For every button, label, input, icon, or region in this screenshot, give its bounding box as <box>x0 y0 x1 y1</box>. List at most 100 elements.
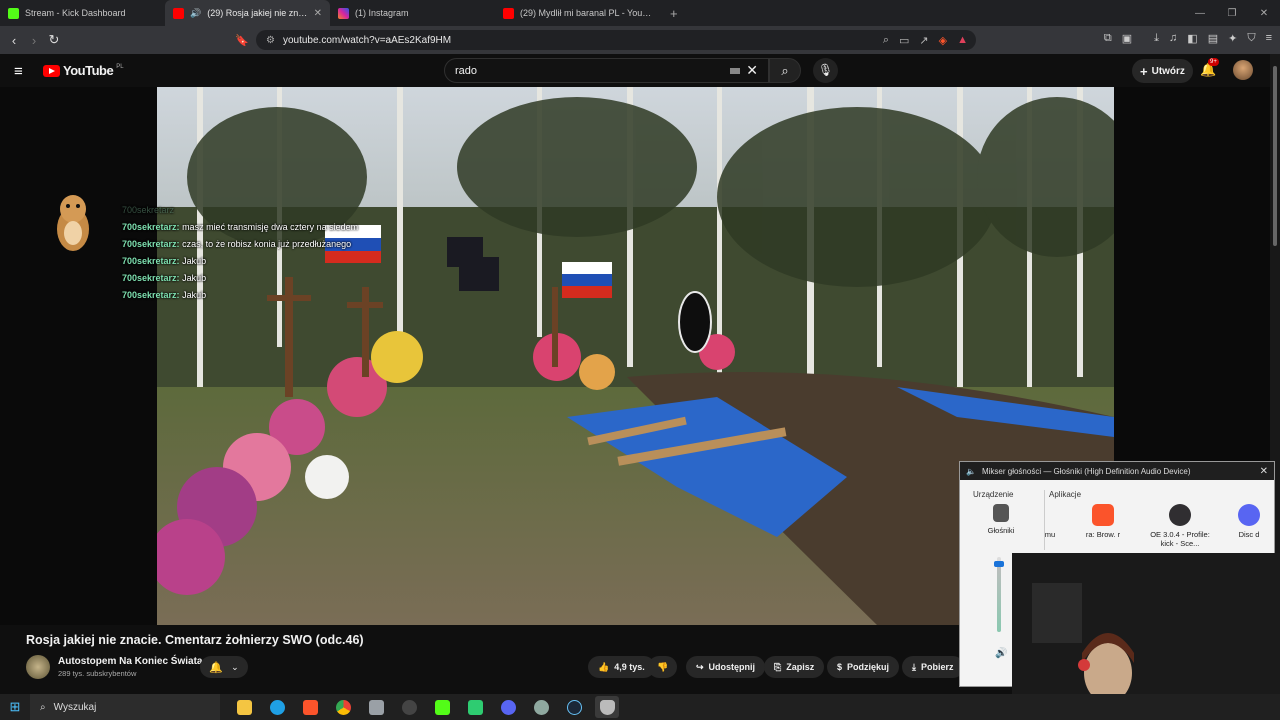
tab-youtube-2[interactable]: (29) Mydlił mi baranal PL - YouTube <box>495 0 660 26</box>
taskbar-apps <box>232 696 619 718</box>
chat-message: 700sekretarz: Jakub <box>122 253 358 270</box>
app-mixer-item[interactable]: mu <box>1024 504 1076 539</box>
chat-text: czas, to że robisz konia już przedłużane… <box>182 239 352 249</box>
forward-icon[interactable]: › <box>24 33 44 48</box>
address-bar-actions: ⌕ ▭ ↗ ◈ ▲ <box>883 34 976 47</box>
keyboard-icon[interactable] <box>730 67 741 74</box>
taskbar-search-input[interactable]: ⌕ Wyszukaj <box>30 694 220 720</box>
mute-speaker-icon[interactable]: 🔊 <box>995 648 1007 659</box>
youtube-icon <box>503 7 514 19</box>
download-icon[interactable]: ⤓ <box>1154 32 1159 45</box>
video-title: Rosja jakiej nie znacie. Cmentarz żołnie… <box>26 633 364 647</box>
instagram-icon <box>338 7 349 19</box>
address-bar[interactable]: ⚙ youtube.com/watch?v=aAEs2Kaf9HM ⌕ ▭ ↗ … <box>256 30 976 50</box>
steam-icon[interactable] <box>562 696 586 718</box>
app-mixer-item[interactable]: ra: Brow. r <box>1072 504 1134 539</box>
wallet-icon[interactable]: ▤ <box>1208 32 1218 45</box>
app-shield-icon[interactable] <box>595 696 619 718</box>
thanks-button[interactable]: $ Podziękuj <box>827 656 900 678</box>
device-name: Głośniki <box>987 526 1015 535</box>
hamburger-menu-icon[interactable]: ≡ <box>14 63 23 80</box>
app-media-icon[interactable] <box>463 696 487 718</box>
app-bird-icon[interactable] <box>529 696 553 718</box>
app-mixer-item[interactable]: Disc d <box>1222 504 1276 539</box>
youtube-logo[interactable]: YouTube PL <box>43 63 124 78</box>
site-info-icon[interactable]: ⚙ <box>266 35 275 46</box>
app-mixer-item[interactable]: OE 3.0.4 - Profile: kick - Sce... <box>1144 504 1216 548</box>
minimize-button[interactable]: — <box>1184 8 1216 19</box>
app-gray-icon[interactable] <box>364 696 388 718</box>
app-green-icon[interactable] <box>430 696 454 718</box>
avatar[interactable] <box>1233 60 1253 80</box>
bookmark-icon[interactable]: 🔖 <box>232 34 252 47</box>
reload-icon[interactable]: ↻ <box>44 32 64 48</box>
file-explorer-icon[interactable] <box>232 696 256 718</box>
search-icon: ⌕ <box>781 63 789 78</box>
logo-text: YouTube <box>63 63 114 78</box>
youtube-icon <box>173 7 184 19</box>
vpn-icon[interactable]: ⛉ <box>1247 32 1255 45</box>
extensions-icon[interactable]: ⧉ <box>1104 32 1112 45</box>
obs-icon[interactable] <box>397 696 421 718</box>
leo-icon[interactable]: ✦ <box>1228 32 1237 45</box>
chat-message: 700sekretarz: masz mieć transmisję dwa c… <box>122 219 358 236</box>
share-icon[interactable]: ↗ <box>919 34 928 47</box>
channel-avatar[interactable] <box>26 655 50 679</box>
tab-search-icon[interactable]: ▣ <box>1122 32 1132 45</box>
device-speakers[interactable]: Głośniki <box>970 504 1032 535</box>
brave-icon[interactable] <box>298 696 322 718</box>
download-button[interactable]: ⤓ Pobierz <box>902 656 964 678</box>
save-label: Zapisz <box>786 662 815 672</box>
chrome-icon[interactable] <box>331 696 355 718</box>
close-window-button[interactable]: ✕ <box>1248 8 1280 19</box>
search-input[interactable]: rado ✕ <box>444 58 769 83</box>
voice-search-button[interactable]: 🎙 <box>813 58 838 83</box>
microphone-icon: 🎙 <box>817 63 834 77</box>
search-button[interactable]: ⌕ <box>769 58 801 83</box>
create-label: Utwórz <box>1151 65 1185 77</box>
like-count: 4,9 tys. <box>614 662 645 672</box>
bell-icon: 🔔 <box>209 661 224 674</box>
download-arrow-icon: ⤓ <box>912 661 916 672</box>
share-button[interactable]: ↪ Udostępnij <box>686 656 766 678</box>
restore-button[interactable]: ❐ <box>1216 8 1248 19</box>
rewards-icon[interactable]: ▲ <box>957 34 968 47</box>
edge-icon[interactable] <box>265 696 289 718</box>
thanks-label: Podziękuj <box>847 662 890 672</box>
speaker-icon[interactable]: 🔊 <box>190 8 201 19</box>
chat-text: Jakub <box>182 256 207 266</box>
channel-name[interactable]: Autostopem Na Koniec Świata <box>58 656 202 667</box>
close-icon[interactable]: ✕ <box>314 8 322 19</box>
like-button[interactable]: 👍 4,9 tys. <box>588 656 655 678</box>
windows-taskbar: ⊞ ⌕ Wyszukaj <box>0 694 1280 720</box>
brave-shield-icon[interactable]: ◈ <box>939 34 947 47</box>
new-tab-button[interactable]: + <box>660 6 688 21</box>
clear-search-icon[interactable]: ✕ <box>746 62 758 79</box>
chat-text: masz mieć transmisję dwa cztery na siede… <box>182 222 359 232</box>
tab-kick[interactable]: Stream - Kick Dashboard <box>0 0 165 26</box>
chat-ghost-line: 700sekretarz <box>122 205 175 215</box>
tab-instagram[interactable]: (1) Instagram <box>330 0 495 26</box>
close-icon[interactable]: ✕ <box>1260 466 1274 477</box>
dislike-button[interactable]: 👎 <box>648 656 678 678</box>
tab-youtube-active[interactable]: 🔊 (29) Rosja jakiej nie znacie. Cm ✕ <box>165 0 330 26</box>
sidebar-icon[interactable]: ◧ <box>1187 32 1197 45</box>
youtube-play-icon <box>43 64 60 77</box>
share-label: Udostępnij <box>708 662 756 672</box>
back-icon[interactable]: ‹ <box>4 33 24 48</box>
chat-user: 700sekretarz: <box>122 273 180 283</box>
scrollbar-thumb[interactable] <box>1273 66 1277 246</box>
cast-icon[interactable]: ▭ <box>899 34 909 47</box>
discord-icon[interactable] <box>496 696 520 718</box>
volume-slider-knob[interactable] <box>994 561 1004 567</box>
zoom-icon[interactable]: ⌕ <box>883 34 889 47</box>
media-icon[interactable]: ♫ <box>1169 32 1177 45</box>
create-button[interactable]: + Utwórz <box>1132 59 1193 83</box>
subscription-bell-button[interactable]: 🔔 ⌄ <box>200 656 248 678</box>
search-value: rado <box>455 64 478 77</box>
plus-icon: + <box>1140 63 1148 79</box>
tab-title: Stream - Kick Dashboard <box>25 8 126 18</box>
windows-start-icon[interactable]: ⊞ <box>0 699 30 715</box>
save-button[interactable]: ⎘ Zapisz <box>764 656 825 678</box>
menu-icon[interactable]: ≡ <box>1266 32 1272 45</box>
